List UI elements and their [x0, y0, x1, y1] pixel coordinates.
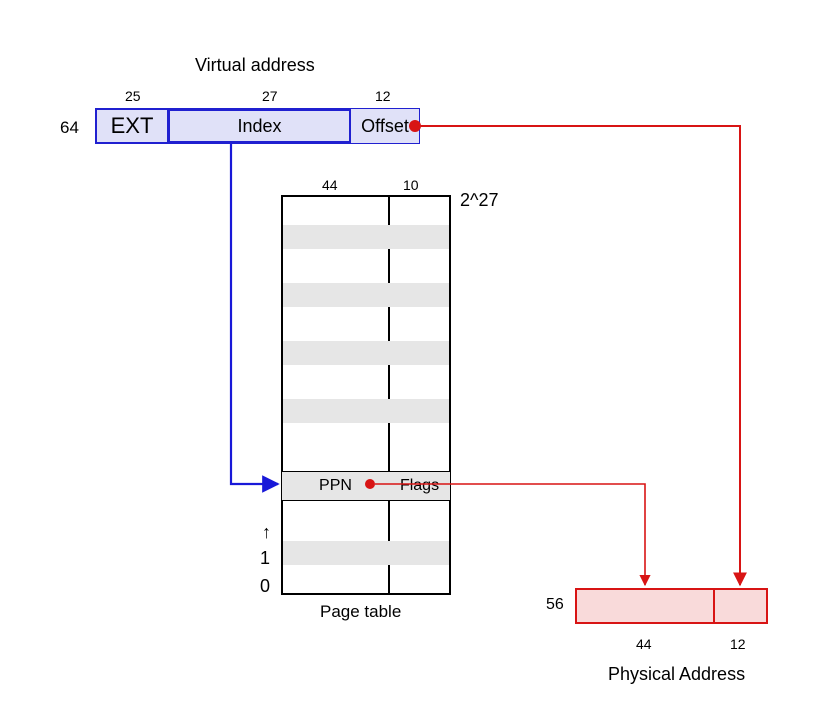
page-table: PPN Flags [281, 195, 451, 595]
page-table-title: Page table [320, 602, 401, 622]
va-index-bits: 27 [262, 88, 278, 104]
va-field-offset: Offset [350, 108, 420, 144]
va-total-bits: 64 [60, 118, 79, 138]
pt-entries-label: 2^27 [460, 190, 498, 211]
pt-col-flags-bits: 10 [403, 177, 419, 193]
pt-index-1: 1 [260, 548, 270, 569]
pa-ppn-bits: 44 [636, 636, 652, 652]
pa-field-ppn [575, 588, 715, 624]
virtual-address-title: Virtual address [195, 55, 315, 76]
pt-flags-cell: Flags [389, 472, 450, 500]
pt-col-ppn-bits: 44 [322, 177, 338, 193]
pa-field-offset [713, 588, 768, 624]
va-field-index: Index [167, 108, 352, 144]
va-field-ext: EXT [95, 108, 169, 144]
va-field-ext-label: EXT [111, 113, 154, 139]
pt-ppn-cell: PPN [282, 472, 389, 500]
pt-column-divider [388, 197, 390, 593]
pt-up-arrow: ↑ [262, 522, 271, 543]
pt-row-gray [283, 225, 449, 249]
pt-row-gray [283, 399, 449, 423]
pa-total-bits: 56 [546, 596, 564, 614]
pt-row-gray [283, 541, 449, 565]
va-field-offset-label: Offset [361, 116, 409, 137]
va-offset-bits: 12 [375, 88, 391, 104]
physical-address-title: Physical Address [608, 664, 745, 685]
va-ext-bits: 25 [125, 88, 141, 104]
pt-row-selected: PPN Flags [281, 471, 451, 501]
pt-index-0: 0 [260, 576, 270, 597]
pa-offset-bits: 12 [730, 636, 746, 652]
va-field-index-label: Index [237, 116, 281, 137]
pt-row-gray [283, 341, 449, 365]
arrow-index-to-pt [231, 144, 278, 484]
pt-row-gray [283, 283, 449, 307]
